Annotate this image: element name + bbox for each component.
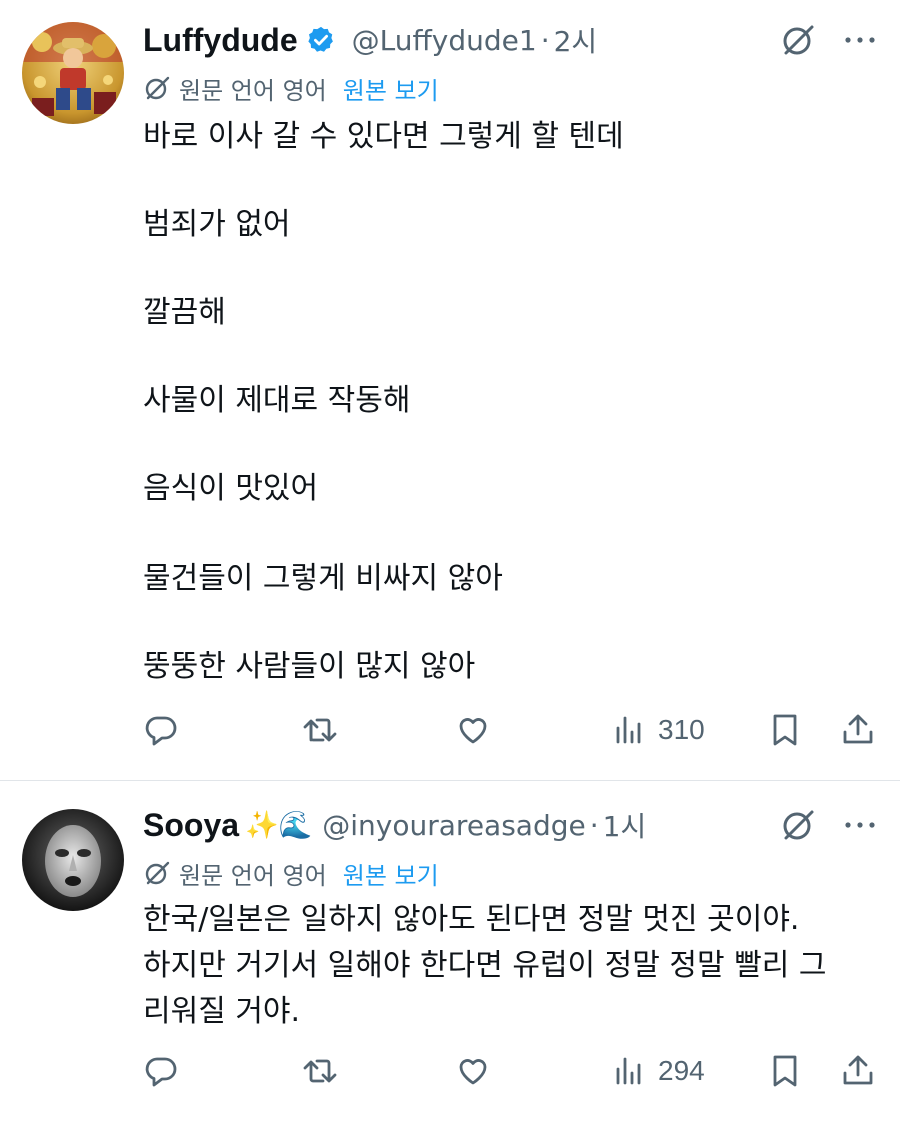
like-button[interactable] — [455, 1053, 491, 1089]
like-icon — [459, 1059, 487, 1085]
retweet-icon — [303, 1059, 337, 1083]
separator-dot: · — [589, 808, 599, 842]
more-options-icon[interactable] — [840, 815, 880, 835]
bookmark-button[interactable] — [767, 712, 803, 748]
more-options-icon[interactable] — [840, 30, 880, 50]
avatar[interactable] — [22, 809, 124, 911]
share-icon — [843, 714, 873, 744]
translate-icon — [143, 74, 171, 102]
retweet-icon — [303, 718, 337, 742]
action-bar: 294 — [0, 1047, 900, 1097]
like-button[interactable] — [455, 712, 491, 748]
bookmark-icon — [773, 714, 797, 746]
tweet-text-line: 하지만 거기서 일해야 한다면 유럽이 정말 정말 빨리 그 — [143, 948, 827, 983]
reply-icon — [145, 716, 177, 746]
views-button[interactable]: 310 — [612, 712, 705, 748]
reply-button[interactable] — [143, 712, 179, 748]
translate-icon — [143, 859, 171, 887]
action-bar: 310 — [0, 706, 900, 756]
user-handle[interactable]: @inyourareasadge — [322, 809, 585, 842]
verified-badge-icon — [306, 25, 336, 55]
translation-row: 원문 언어 영어 원본 보기 — [143, 855, 439, 891]
reply-button[interactable] — [143, 1053, 179, 1089]
tweet-text-line: 깔끔해 — [143, 295, 226, 330]
name-emoji: ✨🌊 — [245, 810, 313, 841]
bookmark-icon — [773, 1055, 797, 1087]
views-count: 310 — [658, 714, 705, 745]
user-handle[interactable]: @Luffydude1 — [352, 24, 537, 57]
retweet-button[interactable] — [302, 1053, 338, 1089]
tweet-text-line: 음식이 맛있어 — [143, 471, 319, 506]
separator-dot: · — [540, 23, 550, 57]
translation-row: 원문 언어 영어 원본 보기 — [143, 70, 439, 106]
share-button[interactable] — [840, 712, 876, 748]
tweet-text-line: 바로 이사 갈 수 있다면 그렇게 할 텐데 — [143, 119, 624, 154]
timestamp[interactable]: 2시 — [554, 20, 598, 60]
tweet-header: Luffydude @Luffydude1 · 2시 — [143, 20, 597, 60]
grok-icon[interactable] — [780, 807, 816, 843]
avatar[interactable] — [22, 22, 124, 124]
tweet-text-line: 범죄가 없어 — [143, 207, 291, 242]
like-icon — [459, 718, 487, 744]
view-original-link[interactable]: 원본 보기 — [343, 71, 439, 106]
views-icon — [616, 716, 641, 744]
translation-label: 원문 언어 영어 — [179, 76, 327, 105]
display-name[interactable]: Sooya — [143, 807, 239, 844]
bookmark-button[interactable] — [767, 1053, 803, 1089]
view-original-link[interactable]: 원본 보기 — [343, 856, 439, 891]
translation-label: 원문 언어 영어 — [179, 861, 327, 890]
tweet-text-line: 한국/일본은 일하지 않아도 된다면 정말 멋진 곳이야. — [143, 902, 800, 937]
tweet-text-line: 사물이 제대로 작동해 — [143, 383, 411, 418]
grok-icon[interactable] — [780, 22, 816, 58]
share-button[interactable] — [840, 1053, 876, 1089]
views-icon — [616, 1057, 641, 1085]
reply-icon — [145, 1057, 177, 1087]
share-icon — [843, 1055, 873, 1085]
timestamp[interactable]: 1시 — [603, 805, 647, 845]
tweet-header: Sooya ✨🌊 @inyourareasadge · 1시 — [143, 805, 646, 845]
retweet-button[interactable] — [302, 712, 338, 748]
tweet-text-line: 물건들이 그렇게 비싸지 않아 — [143, 561, 503, 596]
display-name[interactable]: Luffydude — [143, 22, 298, 59]
tweet-text-line: 뚱뚱한 사람들이 많지 않아 — [143, 649, 476, 684]
tweet-text-line: 리워질 거야. — [143, 994, 301, 1029]
tweet-sooya[interactable]: Sooya ✨🌊 @inyourareasadge · 1시 원문 언어 영어 … — [0, 781, 900, 1121]
views-count: 294 — [658, 1055, 705, 1086]
views-button[interactable]: 294 — [612, 1053, 705, 1089]
tweet-luffydude[interactable]: Luffydude @Luffydude1 · 2시 원문 언어 영어 원본 보… — [0, 0, 900, 780]
